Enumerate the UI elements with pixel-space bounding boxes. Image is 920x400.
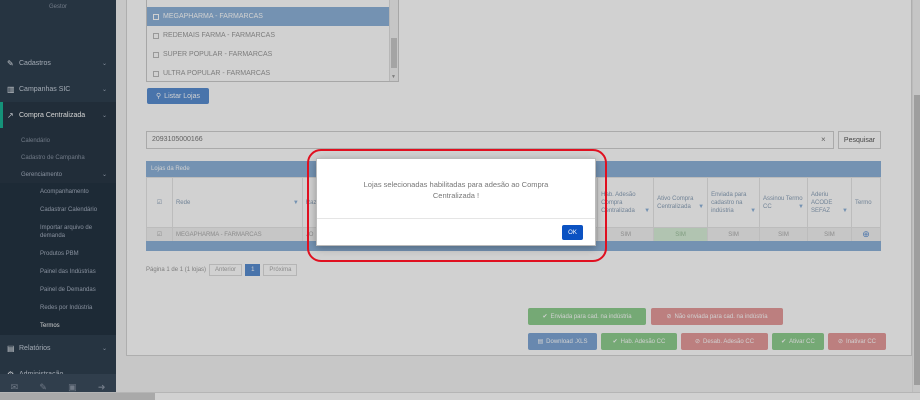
highlight-outline	[307, 149, 607, 262]
